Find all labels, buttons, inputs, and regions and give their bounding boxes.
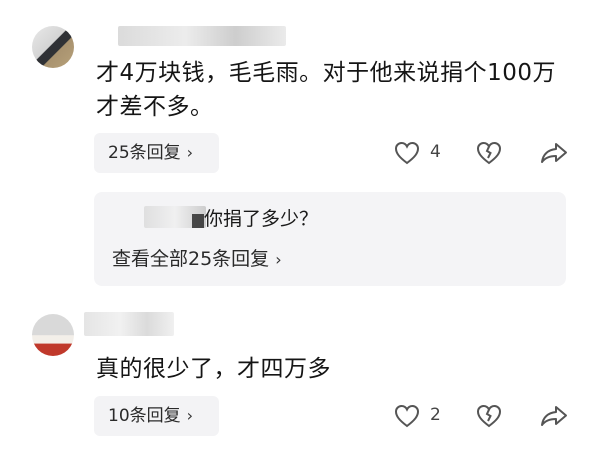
sub-reply-username-blurred-mark bbox=[192, 214, 204, 228]
heart-outline-icon[interactable] bbox=[394, 404, 420, 432]
broken-heart-icon[interactable] bbox=[476, 404, 502, 432]
view-all-replies-label: 查看全部25条回复 bbox=[112, 248, 270, 270]
view-replies-button[interactable]: 10条回复 › bbox=[94, 396, 219, 436]
avatar[interactable] bbox=[32, 26, 74, 68]
sub-reply-preview[interactable]: 你捐了多少？ 查看全部25条回复 › bbox=[94, 192, 566, 286]
comment-actions: 2 bbox=[390, 396, 580, 436]
comment-text: 才4万块钱，毛毛雨。对于他来说捐个100万才差不多。 bbox=[96, 60, 557, 120]
chevron-right-icon: › bbox=[275, 250, 282, 269]
heart-outline-icon[interactable] bbox=[394, 141, 420, 169]
chevron-right-icon: › bbox=[186, 406, 194, 425]
comment-text: 真的很少了，才四万多 bbox=[96, 356, 331, 382]
chevron-right-icon: › bbox=[186, 143, 194, 162]
sub-reply-text: 你捐了多少？ bbox=[204, 208, 319, 230]
username-blurred bbox=[118, 26, 286, 46]
broken-heart-icon[interactable] bbox=[476, 141, 502, 169]
share-arrow-icon[interactable] bbox=[540, 404, 568, 432]
like-count: 2 bbox=[430, 405, 441, 425]
view-all-replies-link[interactable]: 查看全部25条回复 › bbox=[112, 246, 282, 273]
avatar[interactable] bbox=[32, 314, 74, 356]
reply-count-label: 25条回复 bbox=[108, 143, 181, 163]
view-replies-button[interactable]: 25条回复 › bbox=[94, 133, 219, 173]
share-arrow-icon[interactable] bbox=[540, 141, 568, 169]
username-blurred bbox=[84, 312, 174, 336]
reply-count-label: 10条回复 bbox=[108, 406, 181, 426]
like-count: 4 bbox=[430, 142, 441, 162]
comment-actions: 4 bbox=[390, 133, 580, 173]
